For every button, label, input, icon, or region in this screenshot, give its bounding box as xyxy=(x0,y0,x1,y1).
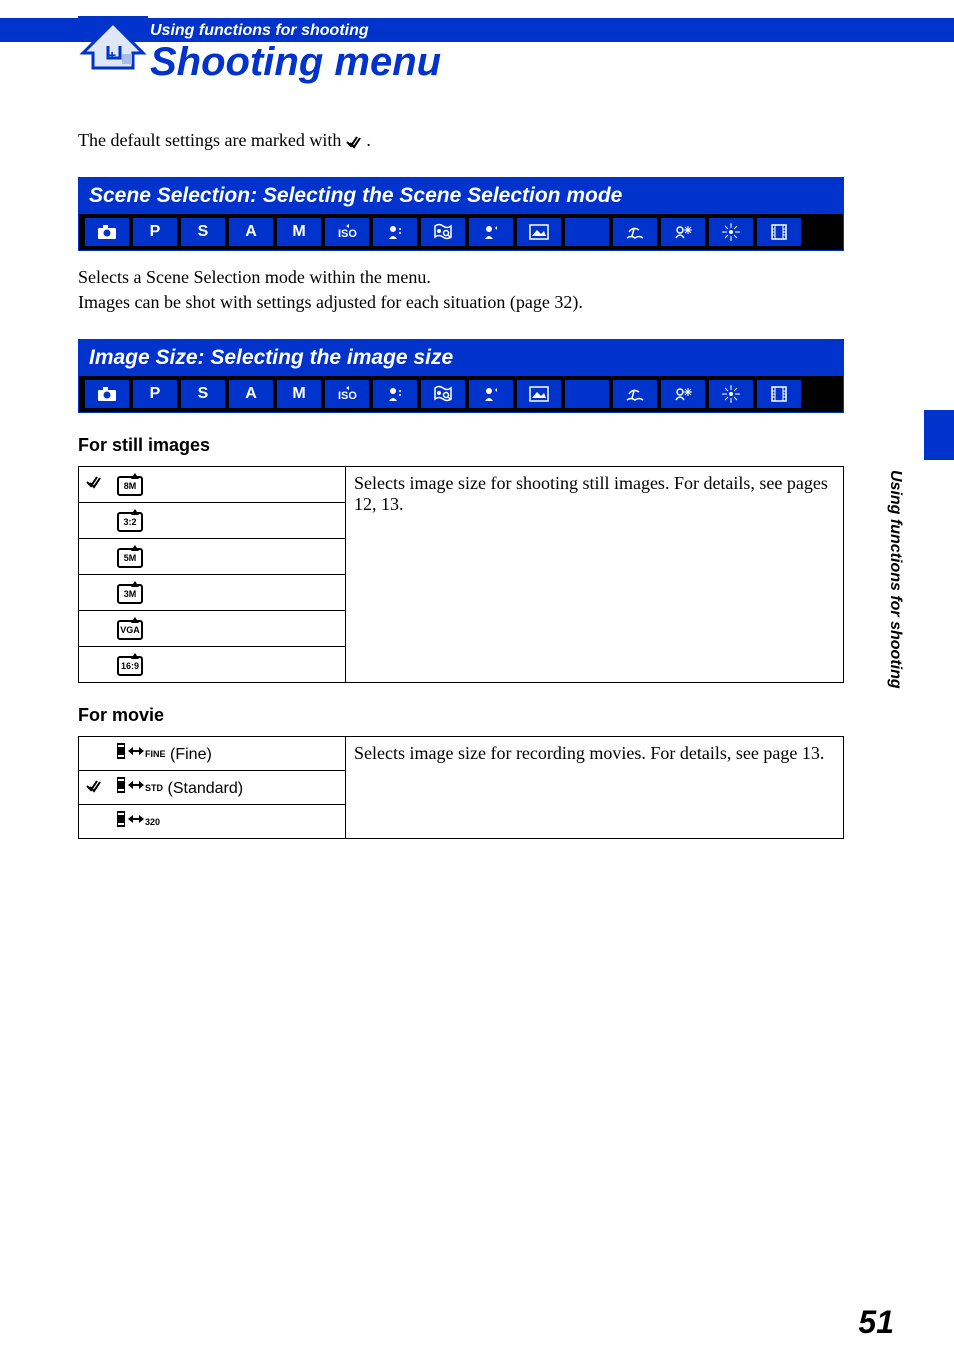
svg-text:ISO: ISO xyxy=(338,228,357,240)
mode-portrait-icon xyxy=(469,218,513,246)
page-number: 51 xyxy=(858,1304,894,1341)
image-size-option: 8M xyxy=(109,467,346,503)
still-table-description: Selects image size for shooting still im… xyxy=(346,467,844,683)
mode-beach-icon xyxy=(613,380,657,408)
mode-landscape-icon xyxy=(517,218,561,246)
section-logo-icon: + xyxy=(78,8,148,78)
table-row: 8MSelects image size for shooting still … xyxy=(79,467,844,503)
mode-camera-icon xyxy=(85,380,129,408)
mode-M-icon: M xyxy=(277,218,321,246)
mode-snow-icon xyxy=(661,218,705,246)
scene-selection-title: Scene Selection: Selecting the Scene Sel… xyxy=(79,178,843,214)
side-section-label: Using functions for shooting xyxy=(886,470,904,689)
mode-P-icon: P xyxy=(133,380,177,408)
svg-text:ISO: ISO xyxy=(338,390,357,402)
movie-size-option: FINE (Fine) xyxy=(109,737,346,771)
mode-snow-icon xyxy=(661,380,705,408)
movie-table: FINE (Fine)Selects image size for record… xyxy=(78,736,844,839)
image-size-option: 3M xyxy=(109,575,346,611)
header-category: Using functions for shooting xyxy=(150,20,369,42)
still-images-table: 8MSelects image size for shooting still … xyxy=(78,466,844,683)
mode-S-icon: S xyxy=(181,218,225,246)
mode-hi-sens-icon xyxy=(373,380,417,408)
movie-size-option: 320 xyxy=(109,805,346,839)
mode-A-icon: A xyxy=(229,218,273,246)
mode-icon-row: PSAM ISO xyxy=(79,214,843,250)
default-marker xyxy=(79,647,110,683)
image-size-option: VGA xyxy=(109,611,346,647)
default-marker xyxy=(79,737,110,771)
movie-table-description: Selects image size for recording movies.… xyxy=(346,737,844,839)
still-images-heading: For still images xyxy=(78,435,844,456)
movie-size-option: STD (Standard) xyxy=(109,771,346,805)
svg-text:+: + xyxy=(108,47,116,63)
scene-selection-banner: Scene Selection: Selecting the Scene Sel… xyxy=(78,177,844,251)
mode-landscape-icon xyxy=(517,380,561,408)
image-size-option: 5M xyxy=(109,539,346,575)
image-size-option: 3:2 xyxy=(109,503,346,539)
mode-magnify-icon xyxy=(421,380,465,408)
default-marker xyxy=(79,611,110,647)
mode-fireworks-icon xyxy=(709,380,753,408)
intro-suffix: . xyxy=(366,130,371,150)
default-marker xyxy=(79,539,110,575)
mode-film-icon xyxy=(757,218,801,246)
check-icon xyxy=(346,130,367,150)
default-marker xyxy=(79,771,110,805)
mode-S-icon: S xyxy=(181,380,225,408)
page-header: + Using functions for shooting Shooting … xyxy=(0,0,954,90)
image-size-banner: Image Size: Selecting the image size PSA… xyxy=(78,339,844,413)
image-size-option: 16:9 xyxy=(109,647,346,683)
mode-M-icon: M xyxy=(277,380,321,408)
default-marker xyxy=(79,503,110,539)
intro-paragraph: The default settings are marked with . xyxy=(78,130,844,151)
mode-A-icon: A xyxy=(229,380,273,408)
mode-camera-icon xyxy=(85,218,129,246)
scene-desc-1: Selects a Scene Selection mode within th… xyxy=(78,267,844,288)
default-marker xyxy=(79,467,110,503)
movie-heading: For movie xyxy=(78,705,844,726)
scene-desc-2: Images can be shot with settings adjuste… xyxy=(78,292,844,313)
mode-moon-icon xyxy=(565,380,609,408)
table-row: FINE (Fine)Selects image size for record… xyxy=(79,737,844,771)
mode-portrait-icon xyxy=(469,380,513,408)
mode-beach-icon xyxy=(613,218,657,246)
default-marker xyxy=(79,575,110,611)
mode-P-icon: P xyxy=(133,218,177,246)
intro-text: The default settings are marked with xyxy=(78,130,346,150)
mode-fireworks-icon xyxy=(709,218,753,246)
mode-magnify-icon xyxy=(421,218,465,246)
mode-moon-icon xyxy=(565,218,609,246)
side-tab-marker xyxy=(924,410,954,460)
default-marker xyxy=(79,805,110,839)
page-title: Shooting menu xyxy=(150,42,441,82)
image-size-title: Image Size: Selecting the image size xyxy=(79,340,843,376)
page-content: The default settings are marked with . S… xyxy=(78,130,844,839)
mode-film-icon xyxy=(757,380,801,408)
mode-iso-icon: ISO xyxy=(325,380,369,408)
mode-iso-icon: ISO xyxy=(325,218,369,246)
mode-icon-row-2: PSAM ISO xyxy=(79,376,843,412)
mode-hi-sens-icon xyxy=(373,218,417,246)
